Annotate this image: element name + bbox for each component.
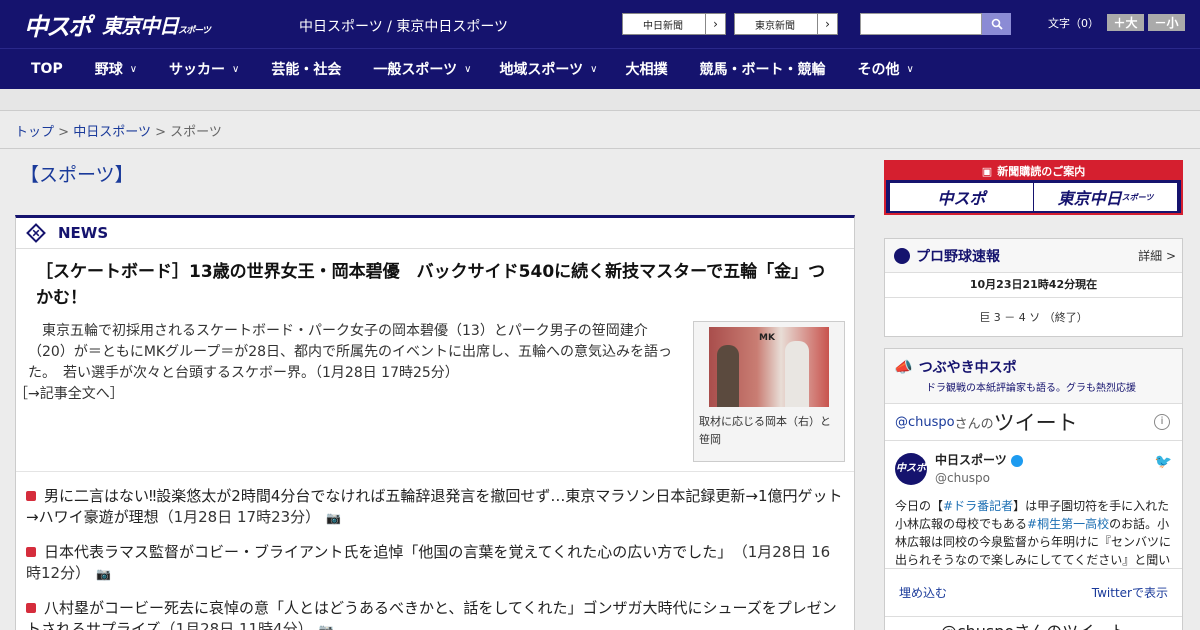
site-name[interactable]: 中日スポーツ / 東京中日スポーツ [299, 16, 508, 36]
nav-item-entertainment[interactable]: 芸能・社会 [271, 59, 341, 79]
header-bar: 中スポ 東京中日スポーツ 中日スポーツ / 東京中日スポーツ 中日新聞 › 東京… [0, 0, 1200, 48]
bullet-icon [26, 603, 36, 613]
twitter-heading: 📣 つぶやき中スポ ドラ観戦の本紙評論家も語る。グラも熱烈応援 [885, 349, 1182, 403]
verified-icon [1010, 454, 1023, 467]
lead-article-title[interactable]: ［スケートボード］13歳の世界女王・岡本碧優 バックサイド540に続く新技マスタ… [28, 259, 842, 311]
nav-item-baseball[interactable]: 野球 ∨ [95, 59, 137, 79]
baseball-icon [894, 247, 910, 264]
sub-bar [0, 89, 1200, 111]
font-size-control: 文字（0） ＋大 －小 [1048, 14, 1185, 31]
embed-link[interactable]: 埋め込む [899, 584, 947, 601]
subscription-banner[interactable]: ▣ 新聞購読のご案内 中スポ 東京中日 スポーツ [884, 160, 1183, 215]
news-heading: NEWS [16, 218, 854, 249]
lead-photo[interactable]: MK 取材に応じる岡本（右）と笹岡 [693, 321, 845, 462]
list-item[interactable]: 男に二言はない‼設楽悠太が2時間4分台でなければ五輪辞退発言を撤回せず…東京マラ… [26, 486, 844, 529]
nav-item-regional-sports[interactable]: 地域スポーツ ∨ [499, 59, 597, 79]
twitter-bird-icon: 🐦 [1154, 454, 1172, 470]
baseball-detail-link[interactable]: 詳細 > [1138, 247, 1176, 264]
camera-icon: 📷 [326, 511, 342, 525]
nav-item-soccer[interactable]: サッカー ∨ [169, 59, 239, 79]
page-title: 【スポーツ】 [20, 164, 134, 186]
more-tweets-link[interactable]: @chuspoさんのツイート [885, 616, 1182, 630]
score-timestamp: 10月23日21時42分現在 [885, 272, 1182, 298]
newspaper-icon: ▣ [981, 164, 993, 178]
nav-item-top[interactable]: TOP [31, 61, 63, 77]
tweet[interactable]: 🐦 中スポ 中日スポーツ @chuspo 今日の【#ドラ番記者】は甲子園切符を手… [885, 441, 1182, 568]
nav-item-keiba[interactable]: 競馬・ボート・競輪 [700, 59, 826, 79]
nav-item-other[interactable]: その他 ∨ [858, 59, 914, 79]
news-list: 男に二言はない‼設楽悠太が2時間4分台でなければ五輪辞退発言を撤回せず…東京マラ… [16, 472, 854, 630]
view-on-twitter-link[interactable]: Twitterで表示 [1092, 584, 1168, 601]
main-nav: TOP 野球 ∨ サッカー ∨ 芸能・社会 一般スポーツ ∨ 地域スポーツ ∨ 大相撲 … [0, 48, 1200, 89]
lead-article-body: 東京五輪で初採用されるスケートボード・パーク女子の岡本碧優（13）とパーク男子の… [14, 323, 673, 402]
info-icon[interactable]: i [1154, 414, 1170, 430]
photo-caption: 取材に応じる岡本（右）と笹岡 [699, 415, 831, 446]
search-input[interactable] [860, 13, 982, 35]
chevron-down-icon: ∨ [232, 63, 240, 75]
font-larger-button[interactable]: ＋大 [1107, 14, 1144, 31]
tokyo-shimbun-link[interactable]: 東京新聞 › [734, 13, 838, 35]
tweet-text: 今日の【#ドラ番記者】は甲子園切符を手に入れた小林広報の母校でもある#桐生第一高… [895, 499, 1172, 567]
baseball-score-box: プロ野球速報 詳細 > 10月23日21時42分現在 巨 3 － 4 ソ （終了… [884, 238, 1183, 337]
breadcrumb-current: スポーツ [170, 125, 222, 140]
list-item[interactable]: 日本代表ラマス監督がコビー・ブライアント氏を追悼「他国の言葉を覚えてくれた心の広… [26, 542, 844, 585]
font-smaller-button[interactable]: －小 [1148, 14, 1185, 31]
chevron-down-icon: ∨ [129, 63, 138, 75]
list-item[interactable]: 八村塁がコービー死去に哀悼の意「人とはどうあるべきかと、話をしてくれた」ゴンザガ… [26, 598, 844, 630]
hashtag-link[interactable]: #ドラ番記者 [943, 499, 1013, 513]
baseball-heading: プロ野球速報 詳細 > [885, 239, 1182, 272]
tokyo-chunichi-logo: 東京中日 スポーツ [1034, 183, 1177, 211]
subscription-banner-title: ▣ 新聞購読のご案内 [886, 162, 1181, 180]
search-icon [991, 18, 1003, 30]
breadcrumb-parent[interactable]: 中日スポーツ [73, 125, 151, 140]
search-button[interactable] [982, 13, 1011, 35]
breadcrumb-home[interactable]: トップ [15, 125, 54, 140]
chevron-down-icon: ∨ [464, 63, 472, 75]
camera-icon: 📷 [318, 623, 334, 630]
bullet-icon [26, 547, 36, 557]
megaphone-icon: 📣 [894, 358, 913, 376]
tweets-footer: 埋め込む Twitterで表示 [885, 568, 1182, 616]
pen-icon [26, 223, 46, 243]
search-form [860, 13, 1011, 35]
twitter-handle-link[interactable]: @chuspo [895, 415, 955, 430]
chevron-right-icon: › [817, 14, 837, 34]
chuspo-logo: 中スポ [890, 183, 1033, 211]
chevron-down-icon: ∨ [590, 63, 598, 75]
tweets-header: @chuspo さんの ツイート i [885, 403, 1182, 441]
lead-article: ［スケートボード］13歳の世界女王・岡本碧優 バックサイド540に続く新技マスタ… [14, 249, 854, 472]
bullet-icon [26, 491, 36, 501]
avatar[interactable]: 中スポ [895, 453, 927, 485]
chevron-right-icon: › [705, 14, 725, 34]
chunichi-shimbun-link[interactable]: 中日新聞 › [622, 13, 726, 35]
nav-item-general-sports[interactable]: 一般スポーツ ∨ [373, 59, 471, 79]
twitter-box: 📣 つぶやき中スポ ドラ観戦の本紙評論家も語る。グラも熱烈応援 @chuspo さん… [884, 348, 1183, 630]
site-logo[interactable]: 中スポ 東京中日スポーツ [24, 8, 211, 41]
score-result[interactable]: 巨 3 － 4 ソ （終了） [885, 298, 1182, 338]
news-panel: NEWS ［スケートボード］13歳の世界女王・岡本碧優 バックサイド540に続く… [14, 215, 855, 630]
breadcrumb: トップ > 中日スポーツ > スポーツ [0, 111, 1200, 149]
read-more-link[interactable]: ［→記事全文へ］ [14, 386, 124, 402]
nav-item-sumo[interactable]: 大相撲 [626, 59, 668, 79]
article-photo: MK [709, 327, 829, 407]
chevron-down-icon: ∨ [906, 63, 914, 75]
camera-icon: 📷 [96, 567, 112, 581]
hashtag-link[interactable]: #桐生第一高校 [1027, 517, 1109, 531]
